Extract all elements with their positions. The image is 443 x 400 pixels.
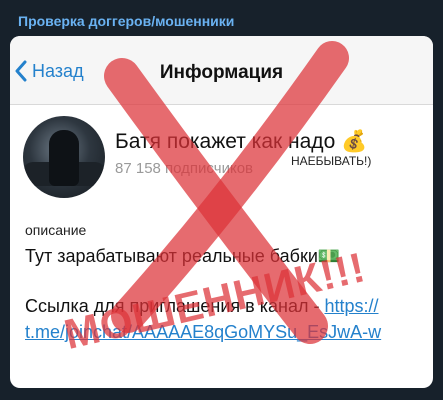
invite-link-start[interactable]: https://: [324, 296, 378, 316]
subscriber-annotation: НАЕБЫВАТЬ!): [291, 154, 372, 168]
subscriber-count: 87 158 подписчиков: [115, 160, 254, 177]
channel-title: Батя покажет как надо 💰: [115, 130, 368, 153]
description-label: описание: [25, 222, 87, 238]
post-header: Проверка доггеров/мошенники: [0, 0, 443, 36]
avatar-figure: [49, 130, 79, 186]
channel-name[interactable]: Проверка доггеров/мошенники: [18, 13, 234, 29]
nav-bar: Назад Информация: [10, 36, 433, 105]
avatar[interactable]: [23, 116, 105, 198]
screenshot-image: Назад Информация Батя покажет как надо 💰…: [10, 36, 433, 388]
page-title: Информация: [159, 62, 284, 83]
